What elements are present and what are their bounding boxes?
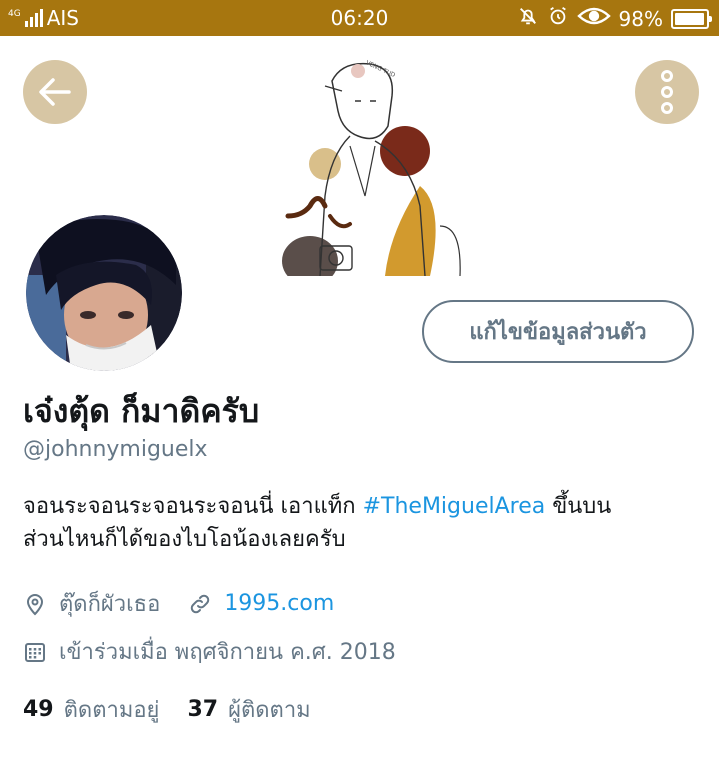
alarm-icon bbox=[547, 5, 569, 32]
location-pin-icon bbox=[23, 592, 47, 616]
mute-bell-icon bbox=[517, 5, 539, 32]
banner-illustration: VENG TUD bbox=[270, 56, 470, 276]
bio-hashtag-link[interactable]: #TheMiguelArea bbox=[363, 494, 546, 519]
followers-count[interactable]: 37 bbox=[187, 697, 218, 722]
followers-label[interactable]: ผู้ติดตาม bbox=[228, 692, 311, 727]
profile-meta-location-website: ตุ๊ดก็ผัวเธอ 1995.com bbox=[23, 586, 334, 621]
battery-icon bbox=[671, 8, 712, 29]
back-button[interactable] bbox=[23, 60, 87, 124]
avatar[interactable] bbox=[23, 212, 185, 374]
more-options-button[interactable] bbox=[635, 60, 699, 124]
profile-meta-joined: เข้าร่วมเมื่อ พฤศจิกายน ค.ศ. 2018 bbox=[23, 634, 396, 669]
location-text: ตุ๊ดก็ผัวเธอ bbox=[59, 592, 161, 617]
more-vertical-icon bbox=[661, 70, 673, 114]
edit-profile-button[interactable]: แก้ไขข้อมูลส่วนตัว bbox=[422, 300, 694, 363]
link-icon bbox=[188, 592, 212, 616]
bio-text: จอนระจอนระจอนระจอนนี่ เอาแท็ก bbox=[23, 494, 363, 519]
website-link[interactable]: 1995.com bbox=[224, 591, 334, 616]
eye-comfort-icon bbox=[576, 6, 611, 31]
status-bar: 4G AIS 06:20 98% bbox=[0, 0, 719, 36]
follow-stats: 49 ติดตามอยู่ 37 ผู้ติดตาม bbox=[23, 692, 339, 727]
joined-date: เข้าร่วมเมื่อ พฤศจิกายน ค.ศ. 2018 bbox=[59, 640, 396, 665]
calendar-icon bbox=[23, 640, 47, 664]
bio: จอนระจอนระจอนระจอนนี่ เอาแท็ก #TheMiguel… bbox=[23, 490, 703, 556]
avatar-photo bbox=[26, 215, 182, 371]
following-count[interactable]: 49 bbox=[23, 697, 54, 722]
following-label[interactable]: ติดตามอยู่ bbox=[64, 692, 160, 727]
battery-level bbox=[675, 12, 705, 25]
bio-text-after-hashtag: ขึ้นบน bbox=[545, 494, 612, 519]
user-handle: @johnnymiguelx bbox=[23, 437, 208, 462]
battery-percent: 98% bbox=[618, 6, 663, 31]
arrow-left-icon bbox=[39, 78, 71, 106]
bio-text-line2: ส่วนไหนก็ได้ของไบโอน้องเลยครับ bbox=[23, 527, 346, 552]
display-name: เจ๋งตุ้ด ก็มาดิครับ bbox=[23, 392, 260, 430]
